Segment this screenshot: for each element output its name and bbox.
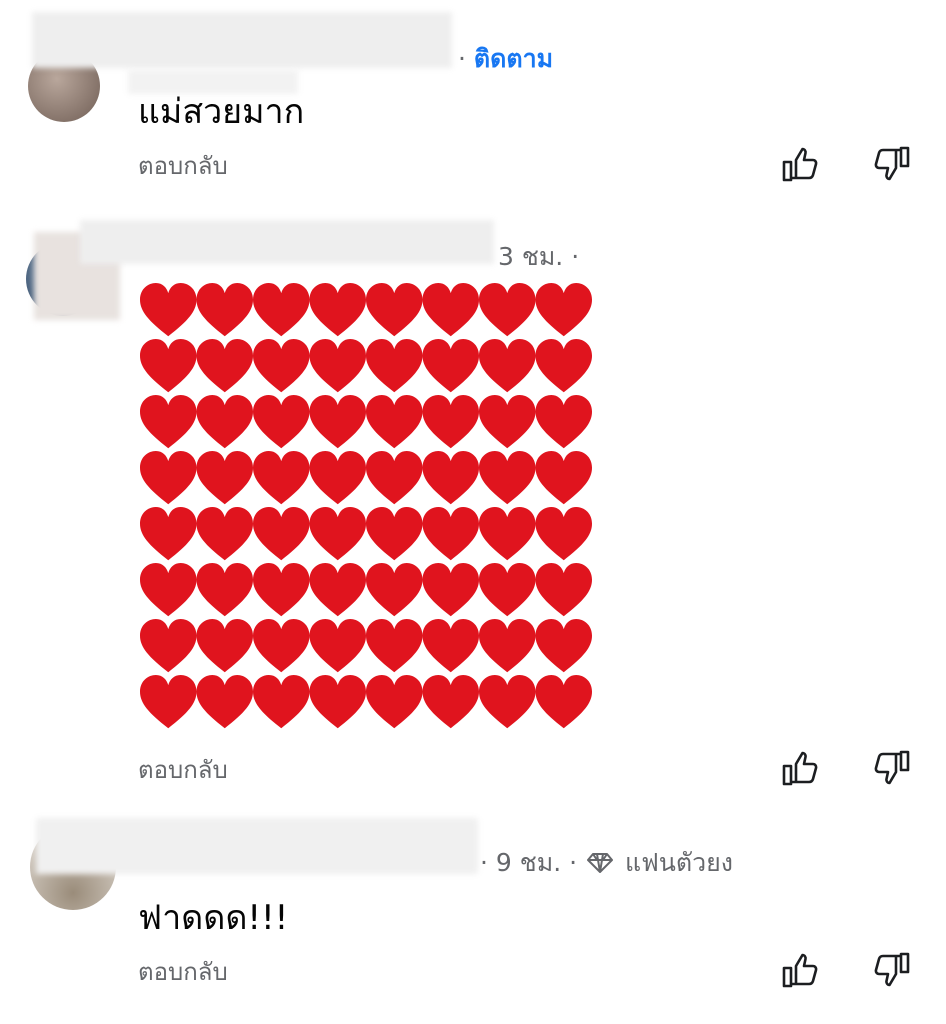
comment-meta: · ติดตาม [458, 44, 553, 74]
heart-emoji [140, 619, 197, 673]
heart-emoji [422, 507, 479, 561]
heart-sticker [140, 283, 592, 729]
dislike-button[interactable] [872, 950, 912, 990]
heart-emoji [253, 395, 310, 449]
heart-emoji [422, 339, 479, 393]
heart-emoji [309, 507, 366, 561]
heart-emoji [196, 619, 253, 673]
reply-button[interactable]: ตอบกลับ [138, 756, 228, 784]
reply-button[interactable]: ตอบกลับ [138, 958, 228, 986]
heart-emoji [422, 675, 479, 729]
heart-emoji [366, 675, 423, 729]
heart-emoji [535, 395, 592, 449]
heart-emoji [309, 675, 366, 729]
heart-emoji [196, 283, 253, 337]
heart-emoji [253, 507, 310, 561]
heart-emoji [479, 675, 536, 729]
heart-emoji [196, 563, 253, 617]
heart-emoji [366, 395, 423, 449]
heart-emoji [196, 451, 253, 505]
thumbs-down-icon [874, 146, 910, 181]
heart-emoji [479, 563, 536, 617]
heart-emoji [309, 451, 366, 505]
heart-emoji [309, 563, 366, 617]
like-button[interactable] [780, 144, 820, 184]
heart-emoji [196, 339, 253, 393]
heart-emoji [140, 563, 197, 617]
thumbs-down-icon [874, 952, 910, 987]
author-name-redacted[interactable] [32, 12, 452, 68]
diamond-icon [587, 851, 613, 881]
thumbs-up-icon [782, 953, 818, 988]
dislike-button[interactable] [872, 144, 912, 184]
heart-emoji [535, 563, 592, 617]
heart-emoji [253, 283, 310, 337]
comment-text: ฟาดดด!!! [138, 898, 289, 938]
heart-emoji [140, 675, 197, 729]
heart-emoji [366, 563, 423, 617]
comment-3: · 9 ชม. · แฟนตัวยง ฟาดดด!!! ตอบกลับ [0, 810, 946, 1024]
heart-emoji [366, 283, 423, 337]
heart-emoji [479, 619, 536, 673]
heart-emoji [535, 283, 592, 337]
heart-emoji [253, 563, 310, 617]
heart-emoji [366, 619, 423, 673]
heart-emoji [196, 675, 253, 729]
heart-emoji [479, 395, 536, 449]
heart-emoji [196, 395, 253, 449]
author-name-redacted[interactable] [80, 220, 494, 264]
reply-button[interactable]: ตอบกลับ [138, 152, 228, 180]
heart-emoji [140, 451, 197, 505]
thumbs-up-icon [782, 751, 818, 786]
heart-emoji [140, 395, 197, 449]
heart-emoji [422, 451, 479, 505]
heart-emoji [140, 283, 197, 337]
like-button[interactable] [780, 950, 820, 990]
thumbs-down-icon [874, 750, 910, 785]
heart-emoji [366, 339, 423, 393]
heart-emoji [535, 507, 592, 561]
comment-text: แม่สวยมาก [138, 92, 305, 132]
heart-emoji [253, 675, 310, 729]
heart-emoji [422, 283, 479, 337]
heart-emoji [309, 619, 366, 673]
comment-time: · 9 ชม. · [480, 848, 578, 877]
heart-emoji [422, 395, 479, 449]
heart-emoji [535, 675, 592, 729]
heart-emoji [535, 619, 592, 673]
heart-emoji [253, 339, 310, 393]
heart-emoji [422, 619, 479, 673]
heart-emoji [309, 395, 366, 449]
heart-emoji [140, 507, 197, 561]
heart-emoji [309, 339, 366, 393]
heart-emoji [196, 507, 253, 561]
dislike-button[interactable] [872, 748, 912, 788]
heart-emoji [479, 507, 536, 561]
heart-emoji [422, 563, 479, 617]
heart-emoji [479, 451, 536, 505]
heart-emoji [309, 283, 366, 337]
author-name-redacted-overlay [128, 70, 298, 94]
comment-meta: · 9 ชม. · แฟนตัวยง [480, 848, 733, 881]
heart-emoji [535, 451, 592, 505]
heart-emoji [140, 339, 197, 393]
heart-emoji [366, 507, 423, 561]
heart-emoji [535, 339, 592, 393]
top-fan-badge: แฟนตัวยง [624, 848, 733, 877]
comment-1: · ติดตาม แม่สวยมาก ตอบกลับ [0, 0, 946, 200]
heart-emoji [479, 283, 536, 337]
meta-separator: · [458, 44, 466, 73]
heart-emoji [253, 451, 310, 505]
heart-emoji [479, 339, 536, 393]
heart-emoji [253, 619, 310, 673]
follow-link[interactable]: ติดตาม [474, 44, 553, 73]
comment-time: 3 ชม. · [498, 242, 580, 271]
like-button[interactable] [780, 748, 820, 788]
author-name-redacted[interactable] [36, 818, 478, 874]
thumbs-up-icon [782, 147, 818, 182]
heart-emoji [366, 451, 423, 505]
